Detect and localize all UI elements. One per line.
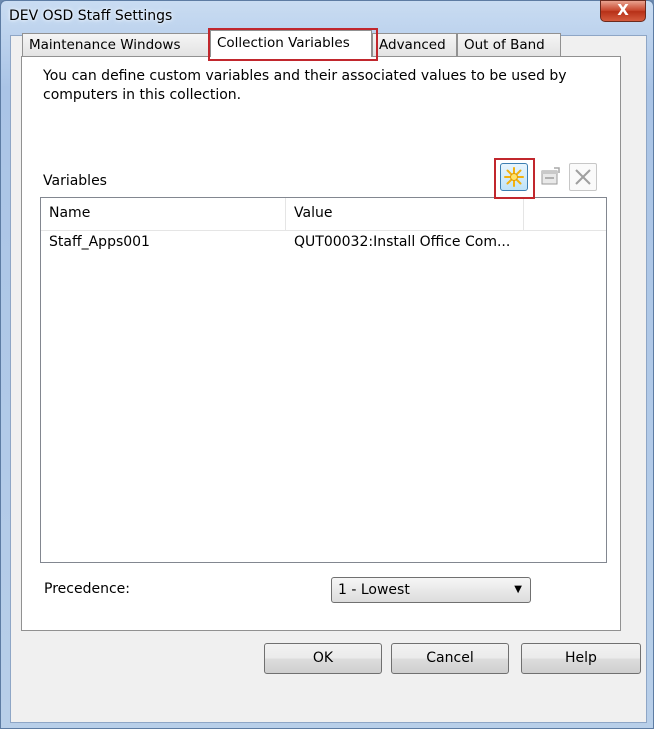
help-button[interactable]: Help	[521, 643, 641, 674]
variable-value-cell: QUT00032:Install Office Com...	[294, 234, 511, 250]
window-title: DEV OSD Staff Settings	[9, 8, 173, 24]
dialog-window: DEV OSD Staff Settings X Maintenance Win…	[0, 0, 654, 729]
precedence-select[interactable]: 1 - Lowest ▼	[331, 577, 531, 603]
panel-description: You can define custom variables and thei…	[43, 68, 567, 103]
precedence-label: Precedence:	[44, 581, 130, 597]
tab-highlight-box	[208, 28, 378, 61]
tab-maintenance-windows[interactable]: Maintenance Windows	[22, 33, 210, 56]
close-icon: X	[617, 1, 629, 19]
column-header-value[interactable]: Value	[286, 198, 524, 230]
variables-label: Variables	[43, 173, 107, 189]
new-button-highlight-box	[494, 158, 535, 199]
ok-button[interactable]: OK	[264, 643, 382, 674]
precedence-value: 1 - Lowest	[338, 582, 410, 598]
properties-button[interactable]	[536, 163, 564, 191]
list-row[interactable]: Staff_Apps001 QUT00032:Install Office Co…	[41, 232, 606, 254]
cancel-button[interactable]: Cancel	[391, 643, 509, 674]
dropdown-arrow-icon: ▼	[514, 584, 522, 595]
variable-name-cell: Staff_Apps001	[49, 234, 150, 250]
delete-x-icon	[575, 169, 591, 185]
delete-variable-button[interactable]	[569, 163, 597, 191]
variables-list[interactable]: Name Value Staff_Apps001 QUT00032:Instal…	[40, 197, 607, 563]
tab-advanced[interactable]: Advanced	[372, 33, 457, 56]
close-button[interactable]: X	[600, 0, 646, 22]
properties-icon	[541, 167, 560, 185]
list-header: Name Value	[41, 198, 606, 231]
column-header-name[interactable]: Name	[41, 198, 286, 230]
tab-out-of-band[interactable]: Out of Band	[457, 33, 561, 56]
